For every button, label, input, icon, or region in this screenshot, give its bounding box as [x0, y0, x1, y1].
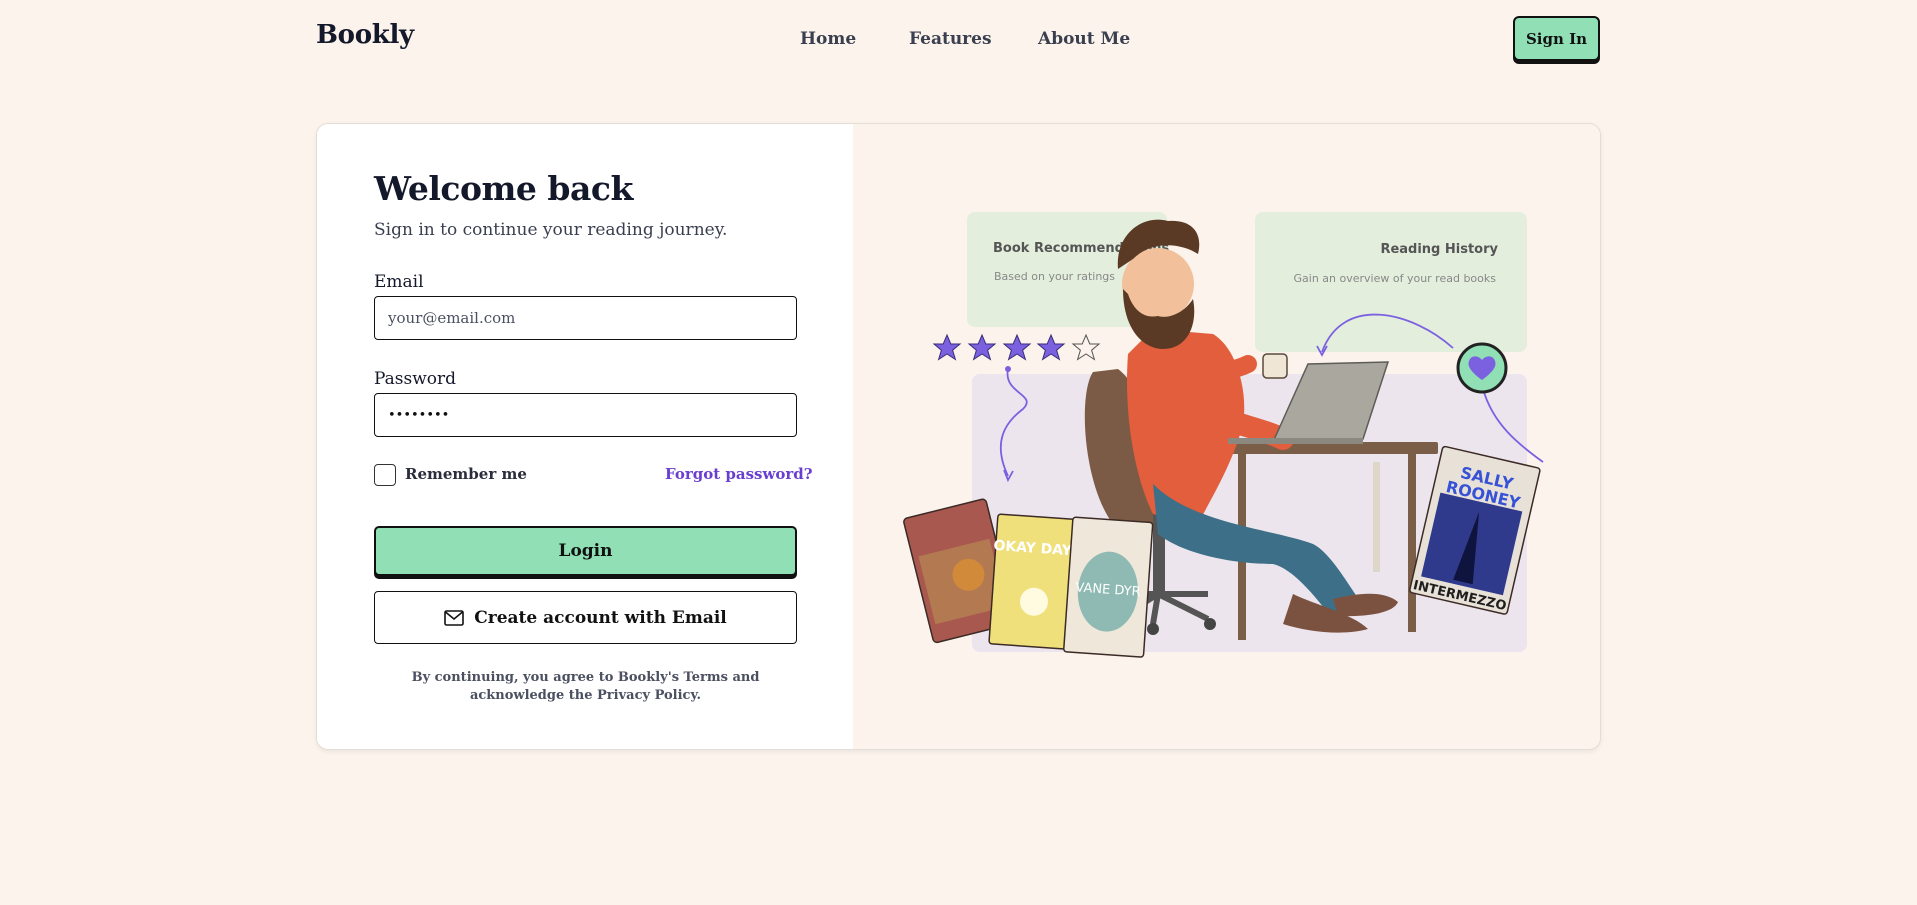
email-field[interactable]: your@email.com — [374, 296, 797, 340]
star-icon — [967, 333, 997, 361]
remember-me-checkbox[interactable] — [374, 464, 396, 486]
login-button[interactable]: Login — [374, 526, 797, 576]
terms-notice: By continuing, you agree to Bookly's Ter… — [411, 670, 760, 703]
password-label: Password — [374, 369, 457, 389]
login-form-panel: Welcome back Sign in to continue your re… — [317, 124, 853, 749]
password-value: •••••••• — [388, 407, 450, 423]
create-account-label: Create account with Email — [474, 607, 727, 628]
star-outline-icon — [1071, 333, 1101, 361]
nav-home[interactable]: Home — [800, 29, 856, 49]
rating-stars — [932, 333, 1101, 361]
top-navigation-bar: Bookly Home Features About Me Sign In — [0, 0, 1917, 80]
password-field[interactable]: •••••••• — [374, 393, 797, 437]
sign-in-button[interactable]: Sign In — [1513, 16, 1600, 61]
page-subtitle: Sign in to continue your reading journey… — [374, 220, 728, 240]
email-label: Email — [374, 272, 424, 292]
login-card: Welcome back Sign in to continue your re… — [316, 123, 1601, 750]
card2-title: Reading History — [1380, 242, 1498, 257]
illustration-panel: Book Recommendations Based on your ratin… — [853, 124, 1600, 749]
nav-features[interactable]: Features — [909, 29, 992, 49]
star-icon — [1002, 333, 1032, 361]
brand-logo[interactable]: Bookly — [316, 20, 414, 50]
reading-illustration: Book Recommendations Based on your ratin… — [903, 212, 1544, 658]
card2-subtitle: Gain an overview of your read books — [1294, 272, 1497, 285]
card1-subtitle: Based on your ratings — [994, 270, 1115, 283]
forgot-password-link[interactable]: Forgot password? — [665, 465, 813, 483]
page-title: Welcome back — [374, 169, 633, 208]
mail-icon — [444, 609, 465, 626]
email-placeholder: your@email.com — [388, 309, 516, 327]
nav-about-me[interactable]: About Me — [1038, 29, 1130, 49]
create-account-email-button[interactable]: Create account with Email — [374, 591, 797, 644]
star-icon — [932, 333, 962, 361]
remember-me-label[interactable]: Remember me — [405, 465, 527, 483]
star-icon — [1036, 333, 1066, 361]
book-stack-left: OKAY DAYS VANE DYR — [903, 498, 1154, 658]
